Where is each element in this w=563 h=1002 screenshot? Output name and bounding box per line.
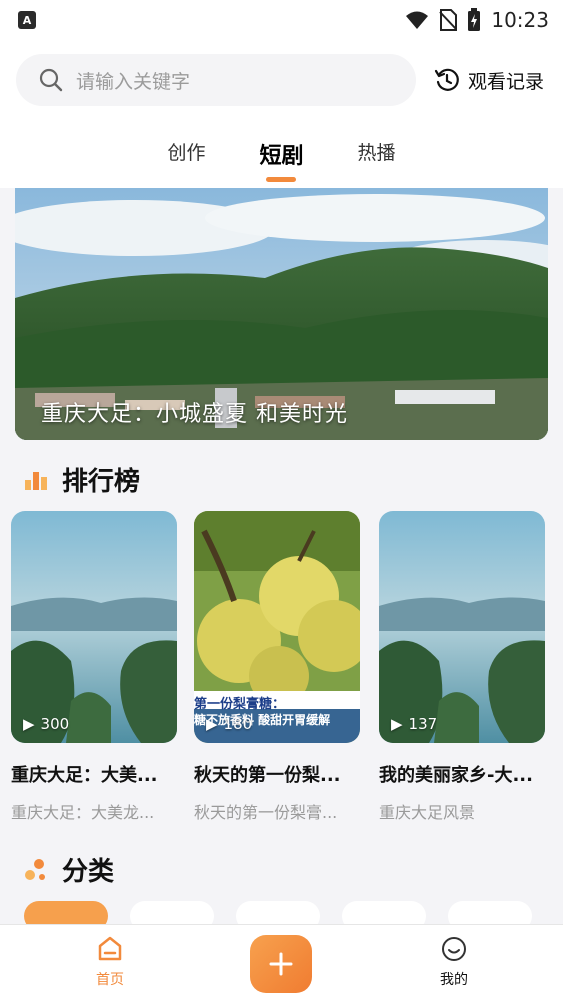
category-chip[interactable] (130, 901, 214, 924)
watch-history-label: 观看记录 (468, 70, 545, 93)
notification-icon: A (18, 11, 36, 29)
tab-create[interactable]: 创作 (167, 138, 205, 182)
nav-home[interactable]: 首页 (70, 935, 150, 989)
search-input[interactable]: 请输入关键字 (16, 54, 416, 106)
category-dots-icon (25, 858, 45, 880)
category-chip[interactable] (236, 901, 320, 924)
search-icon (39, 68, 63, 92)
card-subtitle: 重庆大足风景 (379, 803, 476, 822)
play-icon: ▶ (391, 715, 403, 733)
category-chips (24, 901, 532, 924)
thumbnail-caption: 第一份梨膏糖： (194, 697, 286, 712)
video-thumbnail: ▶ 300 (11, 511, 177, 743)
ranking-header: 排行榜 (24, 461, 140, 498)
watch-history-button[interactable]: 观看记录 (434, 67, 544, 94)
search-placeholder: 请输入关键字 (76, 70, 191, 93)
category-title: 分类 (62, 857, 115, 887)
play-count: ▶ 300 (23, 715, 69, 733)
play-icon: ▶ (206, 715, 218, 733)
bottom-nav: 首页 我的 (0, 924, 563, 1002)
status-bar: A 10:23 (0, 0, 563, 40)
ranking-card[interactable]: ▶ 300 重庆大足：大美... 重庆大足：大美龙... (11, 511, 177, 823)
ranking-card[interactable]: ▶ 137 我的美丽家乡-大... 重庆大足风景 (379, 511, 545, 823)
top-tabs: 创作 短剧 热播 (0, 138, 563, 188)
tab-hot[interactable]: 热播 (358, 138, 396, 182)
ranking-title: 排行榜 (62, 467, 141, 497)
wifi-icon (406, 11, 429, 29)
banner-title: 重庆大足：小城盛夏 和美时光 (41, 402, 348, 427)
play-count: ▶ 137 (391, 715, 437, 733)
category-chip[interactable] (342, 901, 426, 924)
battery-charging-icon (468, 8, 481, 31)
play-count-value: 137 (408, 715, 438, 733)
nav-mine[interactable]: 我的 (414, 935, 494, 989)
video-thumbnail: 第一份梨膏糖： 糖不放香料 酸甜开胃缓解 ▶ 180 (194, 511, 360, 743)
clock: 10:23 (491, 8, 549, 32)
card-subtitle: 重庆大足：大美龙... (11, 803, 155, 822)
home-icon (98, 936, 122, 961)
create-button[interactable] (250, 935, 312, 993)
card-subtitle: 秋天的第一份梨膏... (194, 803, 338, 822)
category-chip[interactable] (24, 901, 108, 924)
play-icon: ▶ (23, 715, 35, 733)
main-content: 重庆大足：小城盛夏 和美时光 排行榜 ▶ 300 重庆大足：大美... 重庆大足… (0, 188, 563, 924)
tab-short-drama[interactable]: 短剧 (259, 138, 303, 182)
nav-home-label: 首页 (96, 972, 124, 988)
plus-icon (269, 952, 293, 976)
category-chip[interactable] (448, 901, 532, 924)
play-count-value: 180 (223, 715, 253, 733)
no-sim-icon (439, 9, 458, 31)
play-count-value: 300 (40, 715, 70, 733)
card-title: 我的美丽家乡-大... (379, 765, 533, 786)
search-row: 请输入关键字 观看记录 (16, 54, 549, 106)
nav-mine-label: 我的 (440, 972, 468, 988)
video-thumbnail: ▶ 137 (379, 511, 545, 743)
card-title: 秋天的第一份梨... (194, 765, 341, 786)
lake-image (379, 511, 545, 743)
smile-icon (442, 937, 466, 961)
lake-image (11, 511, 177, 743)
bar-chart-icon (25, 471, 47, 490)
ranking-card[interactable]: 第一份梨膏糖： 糖不放香料 酸甜开胃缓解 ▶ 180 秋天的第一份梨... 秋天… (194, 511, 360, 823)
card-title: 重庆大足：大美... (11, 765, 158, 786)
category-header: 分类 (24, 851, 114, 888)
history-icon (434, 68, 459, 91)
featured-banner[interactable]: 重庆大足：小城盛夏 和美时光 (15, 188, 548, 440)
play-count: ▶ 180 (206, 715, 252, 733)
